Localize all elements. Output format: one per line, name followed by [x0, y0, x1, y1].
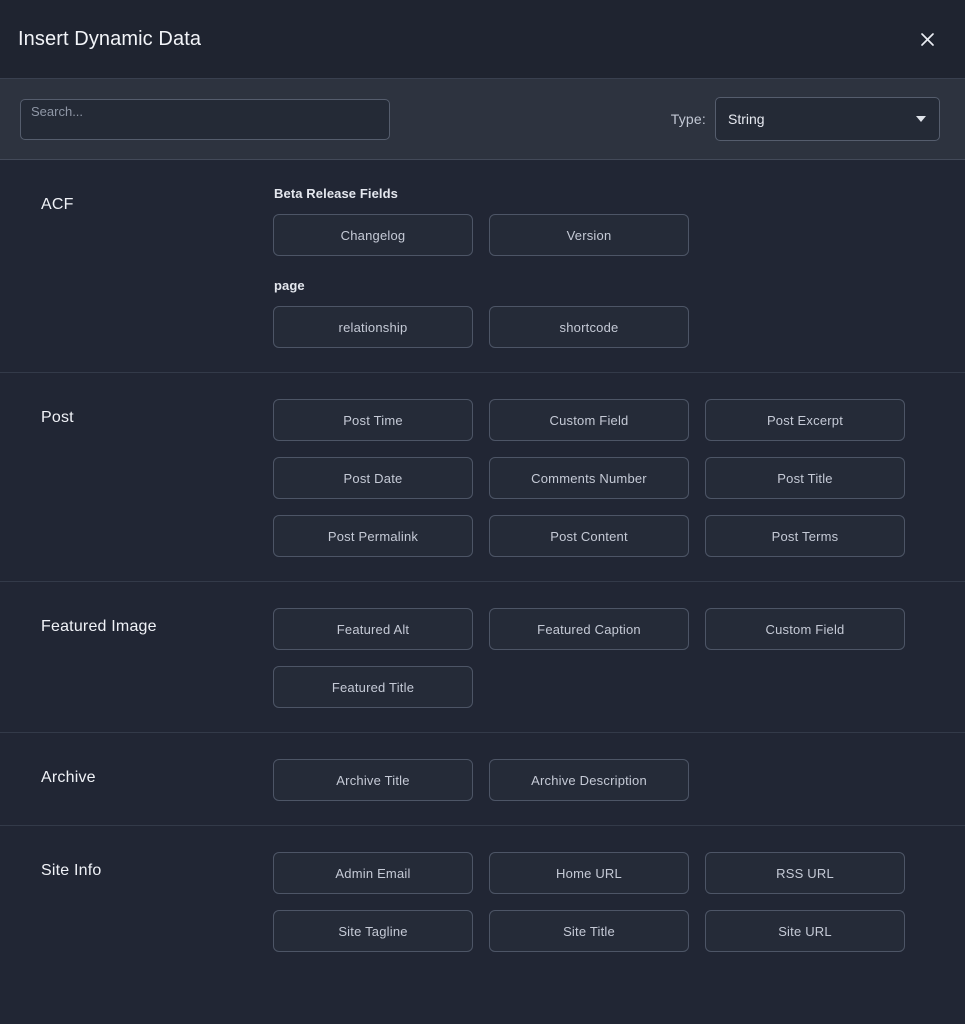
dynamic-field-button[interactable]: Post Title — [705, 457, 905, 499]
dynamic-field-button[interactable]: Post Excerpt — [705, 399, 905, 441]
dynamic-field-button[interactable]: Featured Title — [273, 666, 473, 708]
dynamic-field-button[interactable]: relationship — [273, 306, 473, 348]
field-button-grid: relationship shortcode — [273, 306, 922, 348]
field-group: Archive Title Archive Description — [273, 759, 922, 801]
modal-header: Insert Dynamic Data — [0, 0, 965, 79]
dynamic-field-button[interactable]: Post Date — [273, 457, 473, 499]
section-content: Beta Release Fields Changelog Version page r… — [273, 186, 947, 348]
close-icon[interactable] — [911, 23, 943, 55]
dynamic-field-button[interactable]: Post Terms — [705, 515, 905, 557]
dynamic-field-button[interactable]: Post Content — [489, 515, 689, 557]
section: Site InfoAdmin Email Home URL RSS URL Site … — [0, 826, 965, 976]
dynamic-field-button[interactable]: RSS URL — [705, 852, 905, 894]
dynamic-field-button[interactable]: Post Time — [273, 399, 473, 441]
section: ACFBeta Release Fields Changelog Version pa… — [0, 160, 965, 373]
section-content: Admin Email Home URL RSS URL Site Tagline Si… — [273, 852, 947, 952]
section-label: Featured Image — [18, 608, 273, 708]
field-button-grid: Archive Title Archive Description — [273, 759, 922, 801]
field-group: Featured Alt Featured Caption Custom Field… — [273, 608, 922, 708]
field-group-title: Beta Release Fields — [273, 186, 922, 201]
field-group: Beta Release Fields Changelog Version — [273, 186, 922, 256]
field-group: page relationship shortcode — [273, 278, 922, 348]
section-label: Site Info — [18, 852, 273, 952]
toolbar: Type: String — [0, 79, 965, 160]
dynamic-field-button[interactable]: Comments Number — [489, 457, 689, 499]
field-group: Admin Email Home URL RSS URL Site Tagline Si… — [273, 852, 922, 952]
type-select[interactable]: String — [715, 97, 940, 141]
field-group-title: page — [273, 278, 922, 293]
type-select-value: String — [728, 111, 765, 127]
dynamic-field-button[interactable]: Version — [489, 214, 689, 256]
dynamic-field-button[interactable]: Featured Caption — [489, 608, 689, 650]
dynamic-field-button[interactable]: Post Permalink — [273, 515, 473, 557]
chevron-down-icon — [916, 116, 926, 122]
section-content: Post Time Custom Field Post Excerpt Post Da… — [273, 399, 947, 557]
dynamic-field-button[interactable]: Site Title — [489, 910, 689, 952]
dynamic-field-button[interactable]: Archive Description — [489, 759, 689, 801]
section-content: Archive Title Archive Description — [273, 759, 947, 801]
section: PostPost TimeCustom FieldPost ExcerptPos… — [0, 373, 965, 582]
section-label: Archive — [18, 759, 273, 801]
dynamic-field-button[interactable]: shortcode — [489, 306, 689, 348]
dynamic-field-button[interactable]: Site URL — [705, 910, 905, 952]
section-label: ACF — [18, 186, 273, 348]
dynamic-field-button[interactable]: Admin Email — [273, 852, 473, 894]
section-label: Post — [18, 399, 273, 557]
dynamic-field-button[interactable]: Site Tagline — [273, 910, 473, 952]
page-title: Insert Dynamic Data — [18, 29, 201, 49]
section: Featured ImageFeatured Alt Featured Capti… — [0, 582, 965, 733]
search-input[interactable] — [20, 99, 390, 140]
field-button-grid: Changelog Version — [273, 214, 922, 256]
field-button-grid: Featured Alt Featured Caption Custom Field… — [273, 608, 922, 708]
dynamic-data-list[interactable]: ACFBeta Release Fields Changelog Version pa… — [0, 160, 965, 1024]
dynamic-field-button[interactable]: Custom Field — [489, 399, 689, 441]
dynamic-field-button[interactable]: Featured Alt — [273, 608, 473, 650]
section-content: Featured Alt Featured Caption Custom Field… — [273, 608, 947, 708]
field-button-grid: Post Time Custom Field Post Excerpt Post Da… — [273, 399, 922, 557]
field-button-grid: Admin Email Home URL RSS URL Site Tagline Si… — [273, 852, 922, 952]
field-group: Post Time Custom Field Post Excerpt Post Da… — [273, 399, 922, 557]
dynamic-field-button[interactable]: Changelog — [273, 214, 473, 256]
dynamic-field-button[interactable]: Home URL — [489, 852, 689, 894]
type-label: Type: — [671, 111, 706, 127]
dynamic-field-button[interactable]: Custom Field — [705, 608, 905, 650]
type-filter: Type: String — [671, 97, 940, 141]
dynamic-field-button[interactable]: Archive Title — [273, 759, 473, 801]
insert-dynamic-data-modal: Insert Dynamic Data Type: String ACFBeta… — [0, 0, 965, 1024]
section: ArchiveArchive Title Archive Description — [0, 733, 965, 826]
